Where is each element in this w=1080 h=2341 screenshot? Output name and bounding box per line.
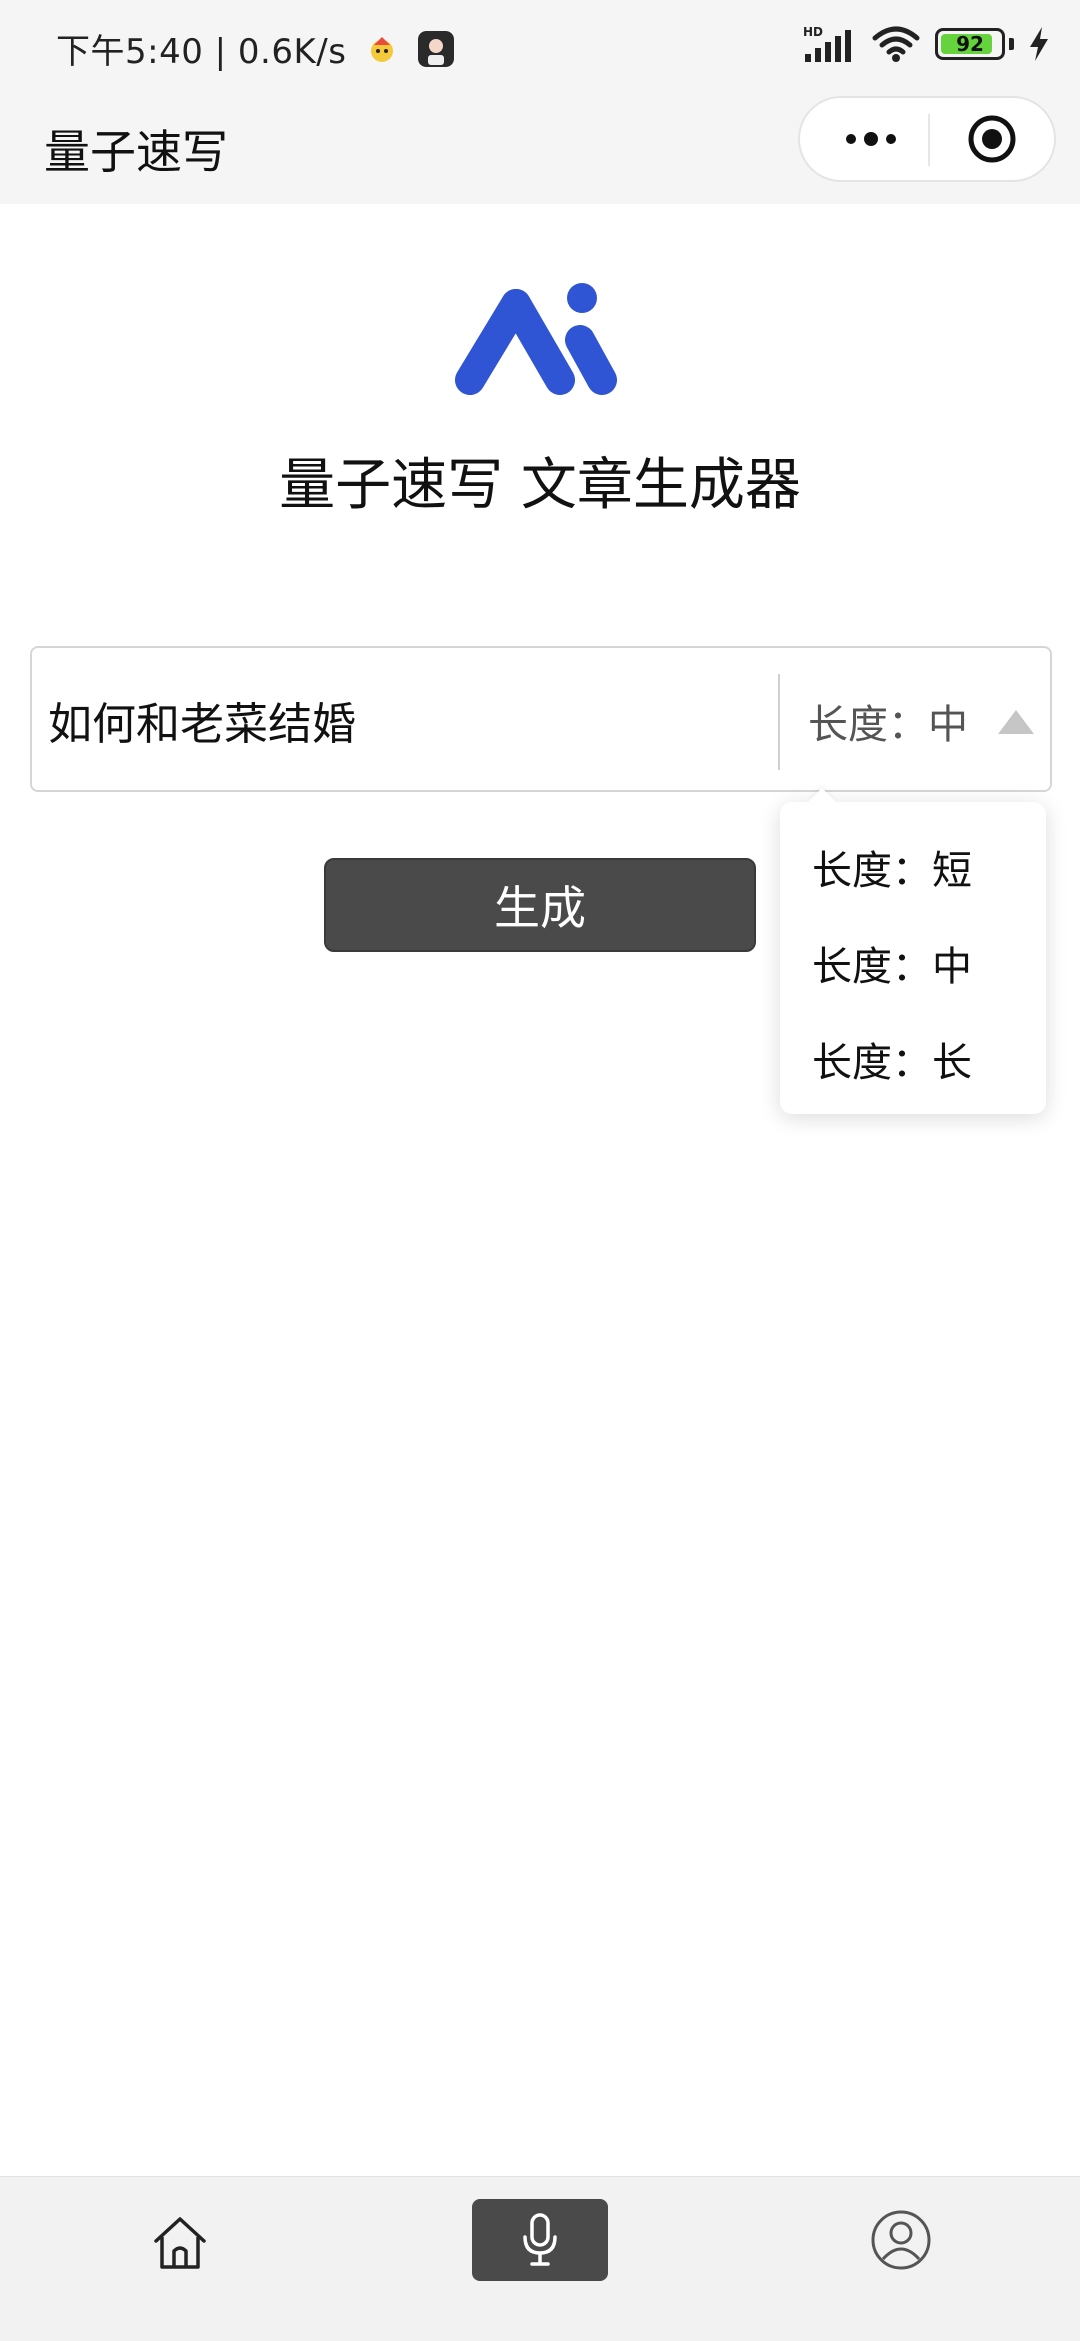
length-dropdown-menu: 长度：短 长度：中 长度：长 — [780, 788, 1046, 1114]
profile-icon[interactable] — [870, 2209, 932, 2271]
battery-icon: 92 — [935, 28, 1005, 60]
home-icon[interactable] — [150, 2213, 210, 2273]
voice-input-button[interactable] — [472, 2199, 608, 2281]
battery-level: 92 — [956, 32, 984, 56]
battery-tip — [1009, 38, 1014, 50]
page-heading: 量子速写 文章生成器 — [279, 453, 801, 518]
status-right: HD 92 — [801, 24, 1050, 64]
ai-logo-icon — [455, 283, 617, 395]
topic-input-box: 长度：中 — [30, 646, 1052, 792]
title-bar: 量子速写 — [0, 96, 1080, 204]
miniprogram-capsule — [798, 96, 1056, 182]
notification-avatar-icon — [418, 30, 455, 67]
topic-input[interactable] — [48, 680, 778, 760]
caret-up-icon[interactable] — [998, 710, 1034, 734]
input-divider — [778, 674, 780, 770]
notification-app-icon — [371, 36, 394, 62]
length-option-long[interactable]: 长度：长 — [812, 1030, 972, 1088]
close-miniprogram-icon[interactable] — [966, 113, 1018, 165]
status-bar: 下午5:40 | 0.6K/s HD 92 — [0, 0, 1080, 96]
wifi-icon — [872, 26, 920, 62]
microphone-icon — [523, 2213, 557, 2266]
status-left: 下午5:40 | 0.6K/s — [56, 24, 455, 73]
generate-button[interactable]: 生成 — [324, 858, 756, 952]
app-title: 量子速写 — [44, 125, 228, 179]
capsule-divider — [928, 114, 930, 166]
charging-icon — [1030, 27, 1048, 61]
network-label: HD — [803, 25, 823, 39]
dropdown-arrow — [808, 788, 836, 802]
signal-icon: HD — [803, 25, 851, 62]
length-option-medium[interactable]: 长度：中 — [812, 934, 972, 992]
more-icon[interactable] — [836, 124, 906, 154]
status-time-speed: 下午5:40 | 0.6K/s — [56, 32, 347, 72]
length-select[interactable]: 长度：中 — [808, 692, 968, 750]
bottom-nav — [0, 2176, 1080, 2341]
length-option-short[interactable]: 长度：短 — [812, 838, 972, 896]
